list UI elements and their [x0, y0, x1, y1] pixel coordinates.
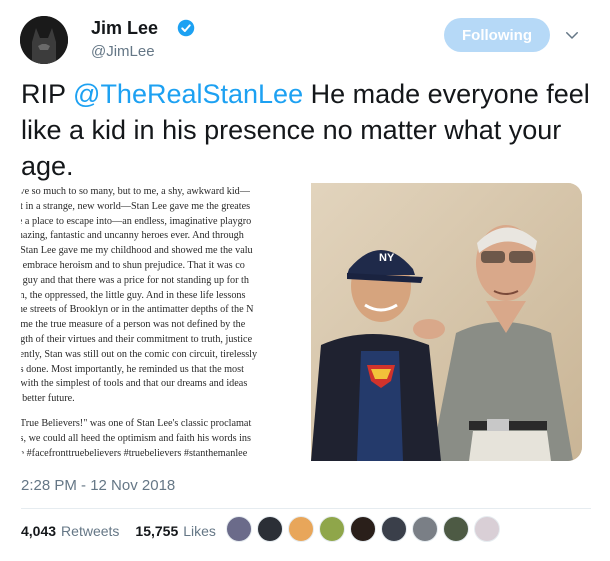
tweet-header: Jim Lee @JimLee Following [14, 8, 596, 68]
tweet-media[interactable]: ave so much to so many, but to me, a shy… [21, 183, 582, 461]
chevron-down-icon[interactable] [563, 26, 581, 44]
divider [21, 508, 591, 509]
letter-line: ie a place to escape into—an endless, im… [21, 215, 252, 227]
letter-line: ave so much to so many, but to me, a shy… [21, 186, 250, 197]
liker-avatar-2[interactable] [257, 516, 283, 542]
liker-avatar-9[interactable] [474, 516, 500, 542]
liker-avatar-7[interactable] [412, 516, 438, 542]
retweets-label: Retweets [61, 523, 120, 539]
letter-line: the streets of Brooklyn or in the antima… [21, 304, 254, 316]
letter-line: ee #facefronttruebelievers #truebeliever… [21, 447, 248, 459]
following-button[interactable]: Following [444, 18, 550, 52]
tweet-timestamp[interactable]: 2:28 PM - 12 Nov 2018 [21, 477, 175, 494]
letter-line: mazing, fantastic and uncanny heroes eve… [21, 230, 244, 242]
likes-label: Likes [183, 523, 216, 539]
batman-avatar-icon [20, 16, 68, 64]
letter-text: ave so much to so many, but to me, a shy… [21, 185, 311, 461]
letter-line: ngth of their virtues and their commitme… [21, 333, 253, 345]
letter-line: en, the oppressed, the little guy. And i… [21, 289, 246, 301]
letter-line: , Stan Lee gave me my childhood and show… [21, 245, 253, 257]
tweet-prefix: RIP [21, 79, 74, 109]
letter-line: nt in a strange, new world—Stan Lee gave… [21, 200, 251, 212]
author-handle[interactable]: @JimLee [91, 43, 155, 60]
liker-avatar-6[interactable] [381, 516, 407, 542]
likes-stat[interactable]: 15,755 Likes [135, 523, 216, 539]
letter-line: l with the simplest of tools and that ou… [21, 378, 248, 390]
letter-line: , True Believers!" was one of Stan Lee's… [21, 417, 252, 429]
liker-avatar-4[interactable] [319, 516, 345, 542]
likes-count: 15,755 [135, 523, 179, 539]
photo-image: NY [311, 183, 582, 461]
author-avatar[interactable] [20, 16, 68, 64]
liker-avatars [226, 516, 505, 544]
letter-line: t me the true measure of a person was no… [21, 319, 246, 331]
mention-link[interactable]: @TheRealStanLee [73, 79, 303, 109]
verified-badge-icon [177, 19, 195, 37]
letter-line: o embrace heroism and to shun prejudice.… [21, 259, 245, 271]
letter-line: es, we could all heed the optimism and f… [21, 432, 251, 444]
photo-illustration: NY [311, 183, 582, 461]
svg-text:NY: NY [379, 252, 395, 264]
tweet-text: RIP @TheRealStanLee He made everyone fee… [21, 76, 591, 184]
author-name[interactable]: Jim Lee [91, 18, 158, 39]
liker-avatar-1[interactable] [226, 516, 252, 542]
letter-line: a better future. [21, 393, 75, 405]
letter-image: ave so much to so many, but to me, a shy… [21, 183, 311, 461]
letter-line: d guy and that there was a price for not… [21, 274, 249, 286]
retweets-stat[interactable]: 4,043 Retweets [21, 523, 119, 539]
retweets-count: 4,043 [21, 523, 57, 539]
letter-line: cently, Stan was still out on the comic … [21, 348, 258, 360]
liker-avatar-8[interactable] [443, 516, 469, 542]
letter-line: t's done. Most importantly, he reminded … [21, 363, 244, 375]
letter-paragraph-gap [21, 407, 311, 417]
liker-avatar-3[interactable] [288, 516, 314, 542]
liker-avatar-5[interactable] [350, 516, 376, 542]
tweet-stats: 4,043 Retweets 15,755 Likes [21, 521, 232, 541]
